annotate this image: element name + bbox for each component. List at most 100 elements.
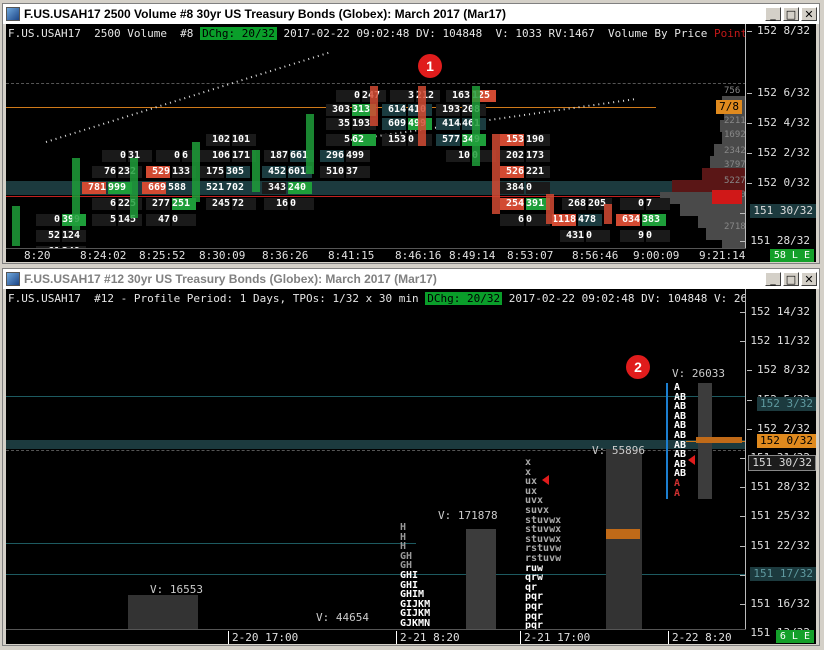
price-tag-orange-2: 152 0/32 <box>757 434 816 448</box>
status-badge-2[interactable]: 6 L E <box>775 630 814 643</box>
tpo-row: A <box>674 487 681 499</box>
profile-histogram-block <box>606 449 642 629</box>
time-axis-1-label: 8:49:14 <box>449 249 496 262</box>
footprint-bid-cell: 52 <box>36 230 60 242</box>
candle-bar <box>370 86 378 126</box>
time-axis-1: 8:20 8:24:02 8:25:52 8:30:09 8:36:26 8:41:15 8… <box>6 248 746 262</box>
window2-title: F.US.USAH17 #12 30yr US Treasury Bonds (… <box>24 272 437 286</box>
footprint-bid-cell: 0 <box>336 90 360 102</box>
footprint-bid-cell: 76 <box>92 166 116 178</box>
time-axis-1-label: 8:36:26 <box>262 249 309 262</box>
price-axis-2-label: 151 28/32 <box>740 480 810 494</box>
footprint-ask-cell: 221 <box>526 166 550 178</box>
footprint-ask-cell: 588 <box>168 182 192 194</box>
tpo-arrow-icon <box>688 455 695 465</box>
minimize-button[interactable]: _ <box>765 7 781 21</box>
candle-bar <box>472 86 480 166</box>
time-axis-1-label: 8:56:46 <box>572 249 619 262</box>
time-axis-1-label: 8:20 <box>24 249 51 262</box>
footprint-bid-cell: 669 <box>142 182 166 194</box>
candle-bar <box>492 134 500 214</box>
footprint-bid-cell: 577 <box>436 134 460 146</box>
price-axis-2-label: 152 14/32 <box>740 305 810 318</box>
volume-footprint-chart[interactable]: F.US.USAH17 2500 Volume #8 DChg: 20/32 2… <box>6 24 816 262</box>
price-axis-1-label: 152 0/32 <box>747 176 810 189</box>
price-axis-2-label: 151 22/32 <box>740 538 810 552</box>
price-axis-1-label: 152 6/32 <box>747 86 810 99</box>
price-axis-2-label: 152 2/32 <box>747 421 810 435</box>
footprint-bid-cell: 277 <box>146 198 170 210</box>
footprint-bid-cell: 202 <box>500 150 524 162</box>
candle-bar <box>604 204 612 224</box>
price-axis-2-label: 151 16/32 <box>740 597 810 610</box>
window1-titlebar[interactable]: F.US.USAH17 2500 Volume #8 30yr US Treas… <box>3 4 819 24</box>
tpo-profile-chart[interactable]: F.US.USAH17 #12 - Profile Period: 1 Days… <box>6 289 816 644</box>
candle-bar <box>130 158 138 218</box>
maximize-button[interactable]: □ <box>783 272 799 286</box>
time-axis-1-label: 8:53:07 <box>507 249 554 262</box>
footprint-ask-cell: 7 <box>646 198 670 210</box>
footprint-bid-cell: 35 <box>326 118 350 130</box>
footprint-ask-cell: 62 <box>352 134 376 146</box>
time-axis-1-label: 8:24:02 <box>80 249 127 262</box>
footprint-ask-cell: 383 <box>642 214 666 226</box>
footprint-bid-cell: 268 <box>562 198 586 210</box>
maximize-button[interactable]: □ <box>783 7 799 21</box>
price-tag-orange: 7/8 <box>716 100 742 114</box>
window-tpo-profile: F.US.USAH17 #12 30yr US Treasury Bonds (… <box>2 268 820 646</box>
footprint-ask-cell: 190 <box>526 134 550 146</box>
footprint-bid-cell: 431 <box>560 230 584 242</box>
footprint-bid-cell: 5 <box>92 214 116 226</box>
time-axis-1-label: 9:00:09 <box>633 249 680 262</box>
vbp-number: 5227 <box>724 176 746 186</box>
footprint-ask-cell: 37 <box>346 166 370 178</box>
price-axis-2-label: 152 11/32 <box>740 334 810 348</box>
close-button[interactable]: ✕ <box>801 7 817 21</box>
value-area-marker <box>666 383 668 499</box>
price-axis-1[interactable]: 152 8/32 152 6/32 152 4/32 152 2/32 152 0/32… <box>712 24 816 262</box>
price-axis-2-label: 151 25/32 <box>740 509 810 523</box>
time-axis-1-label: 8:25:52 <box>139 249 186 262</box>
footprint-bid-cell: 47 <box>146 214 170 226</box>
footprint-ask-cell: 0 <box>526 182 550 194</box>
price-axis-2[interactable]: 152 14/32152 11/32152 8/32152 5/32152 2/… <box>740 289 816 644</box>
profile-histogram-block <box>696 437 742 443</box>
close-button[interactable]: ✕ <box>801 272 817 286</box>
footprint-bid-cell: 614 <box>382 104 406 116</box>
status-badge-1[interactable]: 58 L E <box>769 249 814 262</box>
footprint-bid-cell: 6 <box>92 198 116 210</box>
time-axis-1-label: 8:46:16 <box>395 249 442 262</box>
footprint-ask-cell: 305 <box>226 166 250 178</box>
footprint-bid-cell: 163 <box>446 90 470 102</box>
footprint-bid-cell: 1118 <box>552 214 577 226</box>
candle-bar <box>192 142 200 202</box>
footprint-ask-cell: 0 <box>586 230 610 242</box>
profile-histogram-block <box>466 529 496 629</box>
time-axis-1-label: 8:41:15 <box>328 249 375 262</box>
minimize-button[interactable]: _ <box>765 272 781 286</box>
chart2-header: F.US.USAH17 #12 - Profile Period: 1 Days… <box>8 292 807 305</box>
footprint-ask-cell: 0 <box>290 198 314 210</box>
candle-bar <box>546 194 554 224</box>
footprint-ask-cell: 240 <box>288 182 312 194</box>
footprint-bid-cell: 521 <box>200 182 224 194</box>
footprint-bid-cell: 153 <box>500 134 524 146</box>
footprint-bid-cell: 296 <box>320 150 344 162</box>
footprint-bid-cell: 0 <box>36 214 60 226</box>
vbp-number: 2342 <box>724 146 746 156</box>
footprint-bid-cell: 16 <box>264 198 288 210</box>
footprint-bid-cell: 102 <box>206 134 230 146</box>
candle-bar <box>12 206 20 246</box>
footprint-bid-cell: 254 <box>500 198 524 210</box>
profile-volume-label: V: 26033 <box>672 367 725 380</box>
footprint-ask-cell: 0 <box>646 230 670 242</box>
footprint-ask-cell: 173 <box>526 150 550 162</box>
app-icon <box>6 272 20 286</box>
date-label: 2-21 17:00 <box>520 631 591 644</box>
footprint-bid-cell: 0 <box>102 150 126 162</box>
vbp-number: 2211 <box>724 116 746 126</box>
chart2-symbol: F.US.USAH17 #12 - Profile Period: 1 Days… <box>8 292 419 305</box>
window2-titlebar[interactable]: F.US.USAH17 #12 30yr US Treasury Bonds (… <box>3 269 819 289</box>
window1-title: F.US.USAH17 2500 Volume #8 30yr US Treas… <box>24 7 506 21</box>
vbp-number: 1692 <box>724 130 746 140</box>
